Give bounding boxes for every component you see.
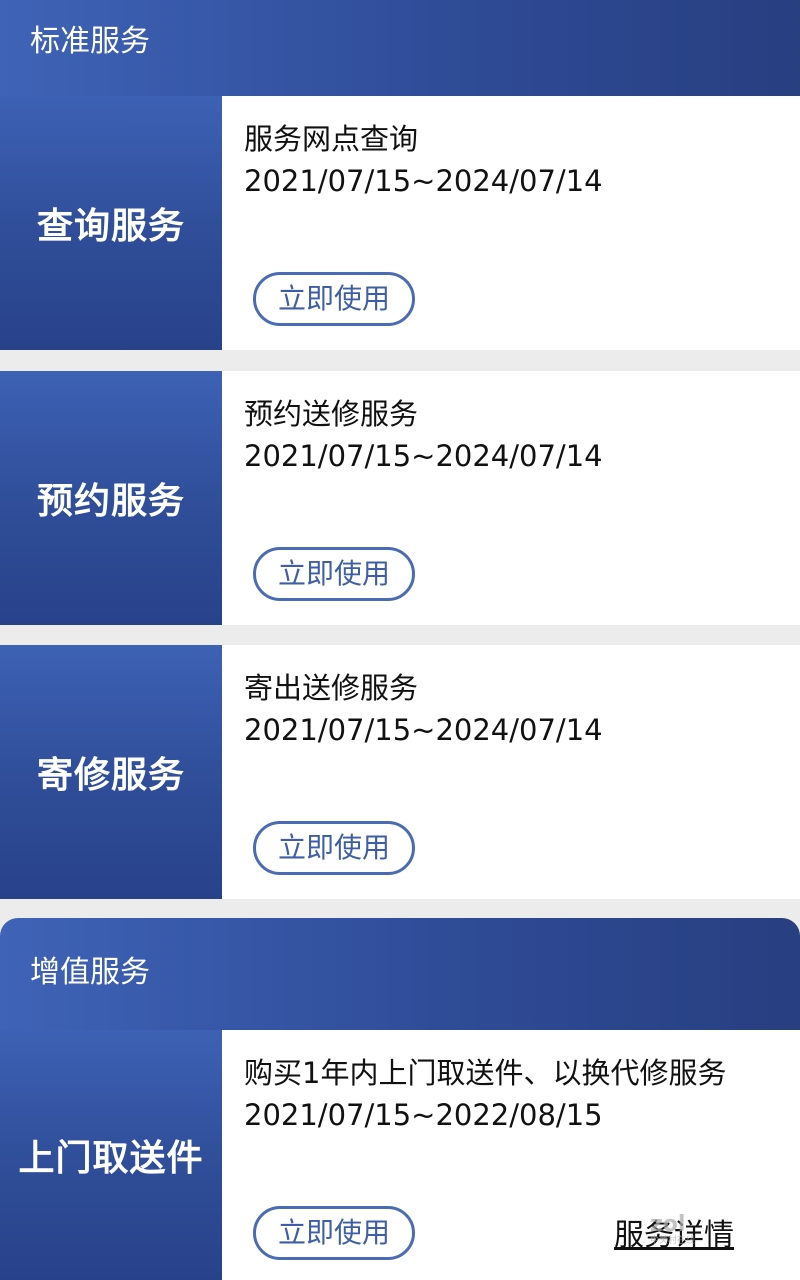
watermark-subtext: 中关村在线 xyxy=(650,1236,696,1246)
service-card-mail-repair: 寄修服务 寄出送修服务 2021/07/15~2024/07/14 立即使用 xyxy=(0,645,800,899)
standard-services-header: 标准服务 xyxy=(0,0,800,96)
service-card-appointment: 预约服务 预约送修服务 2021/07/15~2024/07/14 立即使用 xyxy=(0,371,800,625)
use-now-button[interactable]: 立即使用 xyxy=(253,1206,415,1260)
use-now-button[interactable]: 立即使用 xyxy=(253,821,415,875)
watermark-logo: zol 中关村在线 xyxy=(650,1212,695,1246)
card-label: 预约服务 xyxy=(0,371,222,625)
service-page: 标准服务 查询服务 服务网点查询 2021/07/15~2024/07/14 立… xyxy=(0,0,800,1280)
card-label: 查询服务 xyxy=(0,96,222,350)
value-added-services-header: 增值服务 xyxy=(0,918,800,1030)
card-title: 购买1年内上门取送件、以换代修服务 xyxy=(244,1056,727,1090)
service-card-query: 查询服务 服务网点查询 2021/07/15~2024/07/14 立即使用 xyxy=(0,96,800,350)
card-validity-date: 2021/07/15~2024/07/14 xyxy=(244,713,603,747)
card-validity-date: 2021/07/15~2024/07/14 xyxy=(244,439,603,473)
use-now-button[interactable]: 立即使用 xyxy=(253,272,415,326)
card-title: 预约送修服务 xyxy=(244,397,419,431)
card-title: 寄出送修服务 xyxy=(244,671,419,705)
card-validity-date: 2021/07/15~2024/07/14 xyxy=(244,164,603,198)
card-label: 上门取送件 xyxy=(0,1030,222,1280)
section-title: 增值服务 xyxy=(30,955,150,990)
card-label: 寄修服务 xyxy=(0,645,222,899)
card-validity-date: 2021/07/15~2022/08/15 xyxy=(244,1098,603,1132)
use-now-button[interactable]: 立即使用 xyxy=(253,547,415,601)
card-title: 服务网点查询 xyxy=(244,122,419,156)
section-title: 标准服务 xyxy=(30,24,150,59)
